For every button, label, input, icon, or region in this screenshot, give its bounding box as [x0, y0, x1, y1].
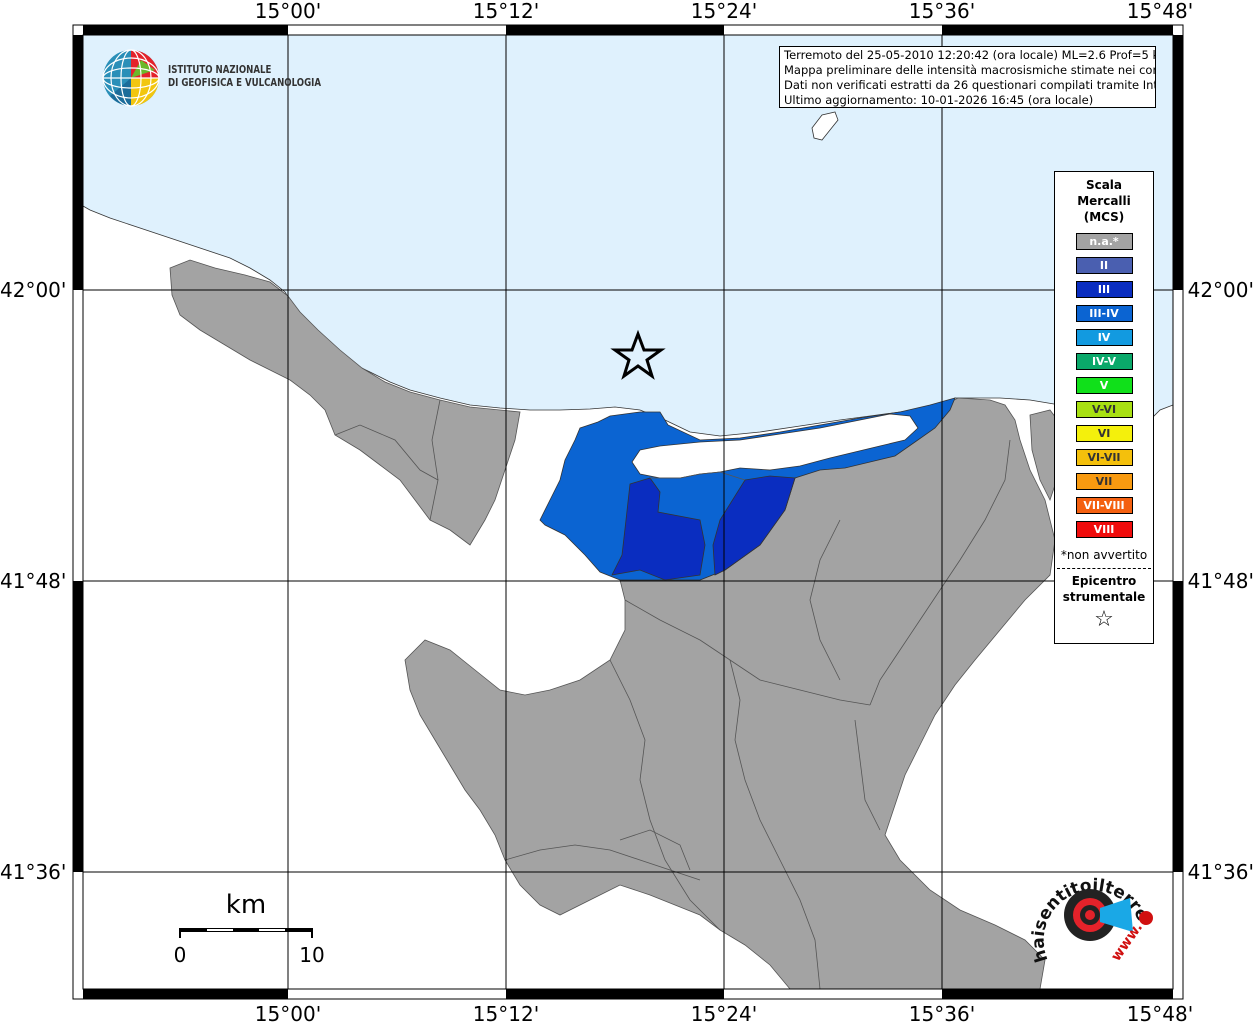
lon-label-top-1524: 15°24' [691, 0, 757, 23]
lat-label-left-4136: 41°36' [0, 860, 66, 884]
legend-epicenter: Epicentro strumentale [1055, 573, 1153, 605]
lon-label-top-1500: 15°00' [255, 0, 321, 23]
lon-label-bottom-1548: 15°48' [1127, 1002, 1193, 1024]
event-info-line2: Mappa preliminare delle intensità macros… [784, 63, 1156, 77]
intensity-legend: Scala Mercalli (MCS) n.a.* II III III-IV IV I… [1054, 171, 1154, 644]
lat-label-right-4200: 42°00' [1188, 278, 1254, 302]
legend-title-line2: Mercalli [1077, 194, 1131, 208]
ingv-logo-text: ISTITUTO NAZIONALE DI GEOFISICA E VULCAN… [168, 64, 321, 90]
legend-separator [1057, 568, 1151, 569]
lat-label-left-4200: 42°00' [0, 278, 66, 302]
lon-label-top-1548: 15°48' [1127, 0, 1193, 23]
lon-label-bottom-1536: 15°36' [909, 1002, 975, 1024]
legend-item-12: VIII [1075, 521, 1133, 538]
legend-title-line1: Scala [1085, 178, 1123, 192]
scale-start-label: 0 [174, 943, 187, 967]
lat-label-right-4148: 41°48' [1188, 569, 1254, 593]
ingv-logo-line2: DI GEOFISICA E VULCANOLOGIA [168, 77, 322, 89]
legend-item-0: n.a.* [1075, 233, 1133, 250]
legend-item-1: II [1075, 257, 1133, 274]
legend-item-9: VI-VII [1075, 449, 1133, 466]
lon-label-bottom-1512: 15°12' [473, 1002, 539, 1024]
scale-unit: km [226, 890, 266, 920]
ingv-logo-line1: ISTITUTO NAZIONALE [168, 64, 272, 76]
legend-item-5: IV-V [1075, 353, 1133, 370]
legend-epicenter-line2: strumentale [1062, 590, 1146, 604]
legend-title-line3: (MCS) [1083, 210, 1125, 224]
ingv-logo-icon [102, 49, 160, 107]
legend-epicenter-line1: Epicentro [1071, 574, 1137, 588]
legend-item-7: V-VI [1075, 401, 1133, 418]
legend-item-10: VII [1075, 473, 1133, 490]
legend-note: *non avvertito [1060, 548, 1148, 562]
lon-label-bottom-1524: 15°24' [691, 1002, 757, 1024]
legend-star-icon: ☆ [1094, 607, 1114, 632]
legend-item-4: IV [1075, 329, 1133, 346]
event-info-line1: Terremoto del 25-05-2010 12:20:42 (ora l… [784, 48, 1156, 62]
legend-item-11: VII-VIII [1075, 497, 1133, 514]
lat-label-right-4136: 41°36' [1188, 860, 1254, 884]
lon-label-top-1536: 15°36' [909, 0, 975, 23]
legend-item-8: VI [1075, 425, 1133, 442]
scale-end-label: 10 [299, 943, 324, 967]
legend-item-3: III-IV [1075, 305, 1133, 322]
legend-item-2: III [1075, 281, 1133, 298]
lon-label-top-1512: 15°12' [473, 0, 539, 23]
lat-label-left-4148: 41°48' [0, 569, 66, 593]
event-info-line4: Ultimo aggiornamento: 10-01-2026 16:45 (… [784, 93, 1094, 107]
legend-item-6: V [1075, 377, 1133, 394]
legend-items: n.a.* II III III-IV IV IV-V V V-VI VI VI-VII VII VI… [1055, 233, 1153, 538]
question-icon [1139, 911, 1153, 925]
event-info-line3: Dati non verificati estratti da 26 quest… [784, 78, 1156, 92]
lon-label-bottom-1500: 15°00' [255, 1002, 321, 1024]
legend-title: Scala Mercalli (MCS) [1055, 177, 1153, 225]
event-info-box: Terremoto del 25-05-2010 12:20:42 (ora l… [779, 46, 1156, 108]
